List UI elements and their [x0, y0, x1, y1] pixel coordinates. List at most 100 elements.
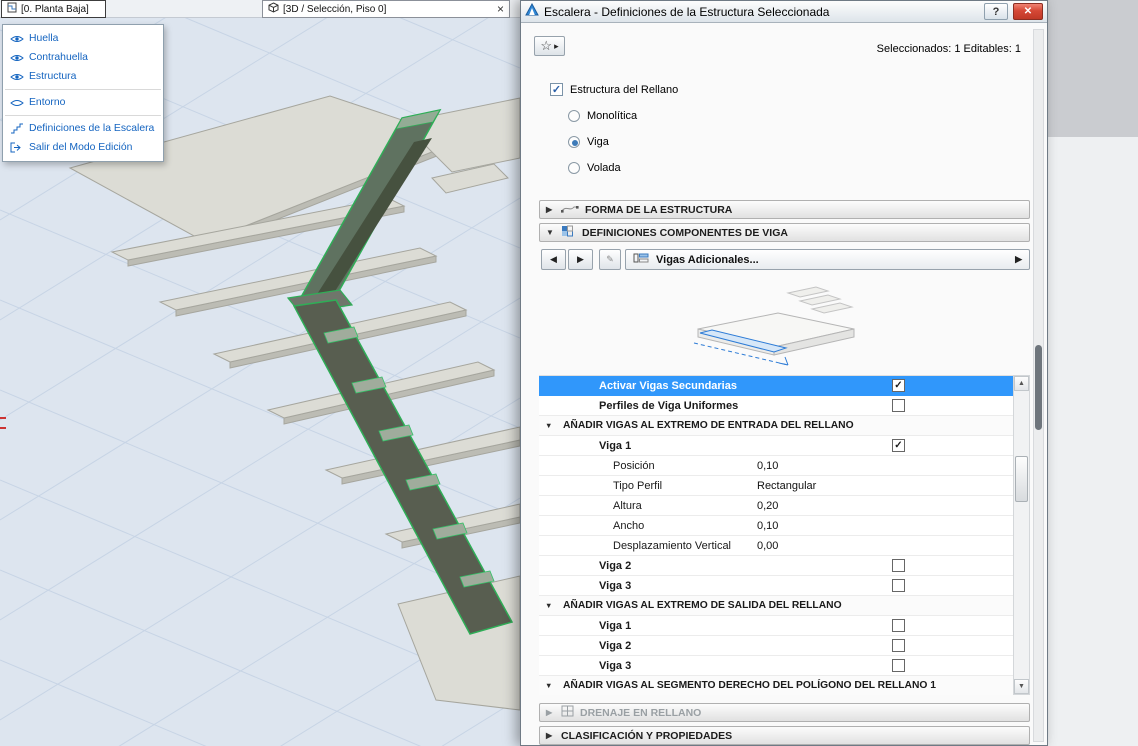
table-row[interactable]: Viga 2 [539, 556, 1013, 576]
chevron-right-icon: ▶ [546, 731, 555, 740]
tab-label: [0. Planta Baja] [21, 4, 89, 15]
tab-planta-baja[interactable]: [0. Planta Baja] [1, 0, 106, 18]
palette-item-definiciones-escalera[interactable]: Definiciones de la Escalera [3, 119, 163, 138]
palette-item-label: Salir del Modo Edición [29, 142, 132, 153]
checkbox-label: Estructura del Rellano [570, 84, 678, 96]
eye-icon [9, 98, 24, 108]
chevron-down-icon: ▼ [546, 228, 555, 237]
favorites-button[interactable]: ☆ ▸ [534, 36, 565, 56]
chevron-down-icon[interactable]: ▼ [545, 601, 552, 610]
popup-arrow-icon[interactable]: ▶ [1015, 254, 1022, 265]
row-label: Tipo Perfil [613, 480, 662, 492]
tab-label: [3D / Selección, Piso 0] [283, 4, 386, 15]
palette-item-label: Contrahuella [29, 52, 88, 63]
dialog-titlebar[interactable]: Escalera - Definiciones de la Estructura… [521, 1, 1047, 23]
checkbox-unchecked[interactable] [892, 399, 905, 412]
table-row[interactable]: Perfiles de Viga Uniformes [539, 396, 1013, 416]
scroll-up-icon[interactable]: ▲ [1014, 376, 1029, 391]
row-label: AÑADIR VIGAS AL EXTREMO DE ENTRADA DEL R… [563, 420, 854, 431]
table-scrollbar[interactable]: ▲ ▼ [1013, 375, 1030, 695]
row-label: Desplazamiento Vertical [613, 540, 731, 552]
chevron-right-icon: ▶ [546, 708, 555, 717]
checkbox-unchecked[interactable] [892, 619, 905, 632]
section-componentes-viga[interactable]: ▼ DEFINICIONES COMPONENTES DE VIGA [539, 223, 1030, 242]
background-panel-top [1048, 0, 1138, 137]
radio-viga[interactable]: Viga [568, 134, 609, 150]
table-group-row[interactable]: ▼ AÑADIR VIGAS AL EXTREMO DE ENTRADA DEL … [539, 416, 1013, 436]
close-button[interactable]: ✕ [1013, 3, 1043, 20]
chevron-down-icon[interactable]: ▼ [545, 421, 552, 430]
row-label: Viga 1 [599, 440, 631, 452]
checkbox-checked[interactable]: ✓ [550, 83, 563, 96]
radio-label: Monolítica [587, 110, 637, 122]
dialog-title: Escalera - Definiciones de la Estructura… [544, 5, 979, 19]
checkbox-unchecked[interactable] [892, 659, 905, 672]
section-clasificacion[interactable]: ▶ CLASIFICACIÓN Y PROPIEDADES [539, 726, 1030, 745]
palette-item-estructura[interactable]: Estructura [3, 67, 163, 86]
drainage-icon [561, 705, 574, 720]
section-label: DRENAJE EN RELLANO [580, 707, 701, 719]
vigas-adicionales-dropdown[interactable]: Vigas Adicionales... ▶ [625, 249, 1030, 270]
row-label: Perfiles de Viga Uniformes [599, 400, 738, 412]
palette-item-entorno[interactable]: Entorno [3, 93, 163, 112]
scrollbar-thumb[interactable] [1035, 345, 1042, 430]
radio-button-selected[interactable] [568, 136, 580, 148]
prev-beam-button[interactable]: ◀ [541, 249, 566, 270]
row-value[interactable]: Rectangular [757, 480, 816, 492]
3d-viewport[interactable]: [0. Planta Baja] [3D / Selección, Piso 0… [0, 0, 520, 746]
table-row[interactable]: Viga 1 ✓ [539, 436, 1013, 456]
escalera-settings-dialog: Escalera - Definiciones de la Estructura… [520, 0, 1048, 746]
table-row[interactable]: Altura0,20 [539, 496, 1013, 516]
tab-3d-seleccion[interactable]: [3D / Selección, Piso 0] × [262, 0, 510, 18]
stair-settings-icon [9, 123, 24, 134]
table-row[interactable]: Viga 1 [539, 616, 1013, 636]
palette-item-huella[interactable]: Huella [3, 29, 163, 48]
beam-components-icon [561, 225, 576, 240]
close-icon[interactable]: × [497, 4, 504, 14]
table-row[interactable]: Desplazamiento Vertical 0,00 [539, 536, 1013, 556]
palette-separator [5, 115, 161, 116]
section-label: CLASIFICACIÓN Y PROPIEDADES [561, 730, 732, 742]
table-row[interactable]: Viga 2 [539, 636, 1013, 656]
section-label: FORMA DE LA ESTRUCTURA [585, 204, 732, 216]
radio-volada[interactable]: Volada [568, 160, 621, 176]
viewport-marker [0, 427, 6, 429]
table-group-row[interactable]: ▼AÑADIR VIGAS AL EXTREMO DE SALIDA DEL R… [539, 596, 1013, 616]
row-value[interactable]: 0,20 [757, 500, 778, 512]
radio-button[interactable] [568, 110, 580, 122]
palette-item-label: Huella [29, 33, 58, 44]
chevron-down-icon[interactable]: ▼ [545, 681, 552, 690]
row-value[interactable]: 0,10 [757, 520, 778, 532]
table-row[interactable]: Ancho0,10 [539, 516, 1013, 536]
palette-item-salir-modo-edicion[interactable]: Salir del Modo Edición [3, 138, 163, 157]
next-beam-button[interactable]: ▶ [568, 249, 593, 270]
table-group-row[interactable]: ▼AÑADIR VIGAS AL SEGMENTO DERECHO DEL PO… [539, 676, 1013, 695]
row-value[interactable]: 0,10 [757, 460, 778, 472]
table-row[interactable]: Posición0,10 [539, 456, 1013, 476]
scroll-down-icon[interactable]: ▼ [1014, 679, 1029, 694]
table-row[interactable]: Tipo Perfil Rectangular [539, 476, 1013, 496]
row-value[interactable]: 0,00 [757, 540, 778, 552]
edit-palette: Huella Contrahuella Estructura Entorno D… [2, 24, 164, 162]
radio-monolitica[interactable]: Monolítica [568, 108, 637, 124]
section-forma-estructura[interactable]: ▶ FORMA DE LA ESTRUCTURA [539, 200, 1030, 219]
3d-cube-icon [268, 2, 279, 16]
table-row[interactable]: Activar Vigas Secundarias✓ [539, 376, 1013, 396]
table-row[interactable]: Viga 3 [539, 656, 1013, 676]
radio-label: Volada [587, 162, 621, 174]
table-row[interactable]: Viga 3 [539, 576, 1013, 596]
eye-icon [9, 53, 24, 63]
checkbox-checked[interactable]: ✓ [892, 379, 905, 392]
checkbox-unchecked[interactable] [892, 559, 905, 572]
dialog-scrollbar[interactable] [1033, 29, 1044, 742]
section-drenaje[interactable]: ▶ DRENAJE EN RELLANO [539, 703, 1030, 722]
help-button[interactable]: ? [984, 3, 1008, 20]
edit-button[interactable]: ✎ [599, 249, 621, 270]
radio-button[interactable] [568, 162, 580, 174]
checkbox-unchecked[interactable] [892, 579, 905, 592]
checkbox-checked[interactable]: ✓ [892, 439, 905, 452]
checkbox-unchecked[interactable] [892, 639, 905, 652]
palette-item-contrahuella[interactable]: Contrahuella [3, 48, 163, 67]
estructura-rellano-checkbox-row[interactable]: ✓ Estructura del Rellano [550, 83, 678, 96]
scrollbar-thumb[interactable] [1015, 456, 1028, 502]
